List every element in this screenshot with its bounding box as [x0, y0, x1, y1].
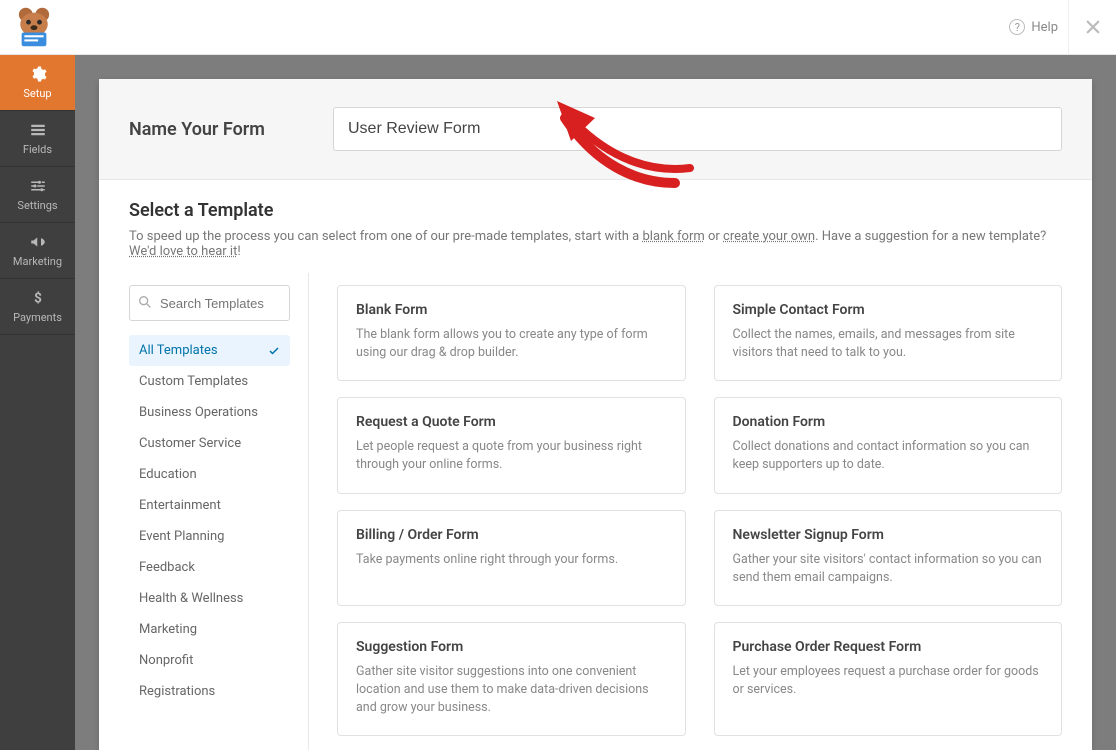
close-icon	[1084, 18, 1102, 36]
template-grid: Blank Form The blank form allows you to …	[337, 285, 1062, 736]
sidebar-label: Settings	[17, 199, 57, 212]
sliders-icon	[29, 177, 47, 195]
category-label: Education	[139, 467, 197, 482]
template-title: Billing / Order Form	[356, 527, 667, 543]
intro-text: . Have a suggestion for a new template?	[815, 229, 1046, 244]
template-title: Donation Form	[733, 414, 1044, 430]
category-all-templates[interactable]: All Templates	[129, 335, 290, 366]
sidebar: Setup Fields Settings Marketing $ Paymen…	[0, 55, 75, 750]
template-card-purchase-order-request-form[interactable]: Purchase Order Request Form Let your emp…	[714, 622, 1063, 736]
sidebar-label: Setup	[23, 87, 51, 100]
category-feedback[interactable]: Feedback	[129, 552, 290, 583]
sidebar-label: Marketing	[13, 255, 62, 268]
template-desc: Take payments online right through your …	[356, 551, 667, 569]
template-grid-wrap: Blank Form The blank form allows you to …	[309, 273, 1062, 750]
category-label: Custom Templates	[139, 374, 248, 389]
suggestion-link[interactable]: We'd love to hear it	[129, 244, 237, 259]
category-custom-templates[interactable]: Custom Templates	[129, 366, 290, 397]
category-label: Customer Service	[139, 436, 241, 451]
sidebar-item-payments[interactable]: $ Payments	[0, 279, 75, 335]
template-desc: Gather site visitor suggestions into one…	[356, 663, 667, 717]
template-desc: The blank form allows you to create any …	[356, 326, 667, 362]
category-label: Feedback	[139, 560, 195, 575]
help-label: Help	[1031, 20, 1058, 35]
name-your-form-section: Name Your Form	[99, 79, 1092, 180]
sidebar-label: Payments	[13, 311, 62, 324]
name-your-form-heading: Name Your Form	[129, 119, 309, 140]
category-label: Registrations	[139, 684, 215, 699]
category-event-planning[interactable]: Event Planning	[129, 521, 290, 552]
top-bar: ? Help	[0, 0, 1116, 55]
template-title: Newsletter Signup Form	[733, 527, 1044, 543]
search-icon	[137, 294, 153, 310]
template-body: All Templates Custom Templates Business …	[99, 273, 1092, 750]
category-business-operations[interactable]: Business Operations	[129, 397, 290, 428]
category-entertainment[interactable]: Entertainment	[129, 490, 290, 521]
template-desc: Collect donations and contact informatio…	[733, 438, 1044, 474]
template-header: Select a Template To speed up the proces…	[99, 180, 1092, 273]
blank-form-link[interactable]: blank form	[642, 229, 704, 244]
dollar-icon: $	[29, 289, 47, 307]
category-label: Marketing	[139, 622, 197, 637]
template-card-blank-form[interactable]: Blank Form The blank form allows you to …	[337, 285, 686, 381]
list-icon	[29, 121, 47, 139]
panel: Name Your Form Select a Template To spee…	[99, 79, 1092, 750]
template-card-billing-order-form[interactable]: Billing / Order Form Take payments onlin…	[337, 510, 686, 606]
template-card-request-a-quote-form[interactable]: Request a Quote Form Let people request …	[337, 397, 686, 493]
sidebar-item-marketing[interactable]: Marketing	[0, 223, 75, 279]
category-education[interactable]: Education	[129, 459, 290, 490]
help-link[interactable]: ? Help	[999, 13, 1068, 41]
template-intro: To speed up the process you can select f…	[129, 229, 1062, 259]
wpforms-mascot-icon	[12, 5, 56, 49]
template-desc: Gather your site visitors' contact infor…	[733, 551, 1044, 587]
bullhorn-icon	[29, 233, 47, 251]
search-templates-input[interactable]	[129, 285, 290, 321]
template-title: Purchase Order Request Form	[733, 639, 1044, 655]
topbar-left	[12, 5, 56, 49]
category-health-wellness[interactable]: Health & Wellness	[129, 583, 290, 614]
search-templates-wrapper	[129, 285, 290, 321]
category-nonprofit[interactable]: Nonprofit	[129, 645, 290, 676]
template-desc: Collect the names, emails, and messages …	[733, 326, 1044, 362]
template-title: Suggestion Form	[356, 639, 667, 655]
template-card-newsletter-signup-form[interactable]: Newsletter Signup Form Gather your site …	[714, 510, 1063, 606]
intro-text: !	[237, 244, 240, 259]
category-label: Nonprofit	[139, 653, 193, 668]
sidebar-label: Fields	[23, 143, 52, 156]
category-label: Business Operations	[139, 405, 258, 420]
help-icon: ?	[1009, 19, 1025, 35]
categories-column: All Templates Custom Templates Business …	[129, 273, 309, 750]
form-name-input[interactable]	[333, 107, 1062, 151]
select-template-heading: Select a Template	[129, 200, 1062, 221]
close-button[interactable]	[1068, 0, 1116, 55]
template-card-suggestion-form[interactable]: Suggestion Form Gather site visitor sugg…	[337, 622, 686, 736]
main-canvas: Name Your Form Select a Template To spee…	[75, 55, 1116, 750]
sidebar-item-settings[interactable]: Settings	[0, 167, 75, 223]
template-title: Request a Quote Form	[356, 414, 667, 430]
category-label: All Templates	[139, 343, 218, 358]
sidebar-item-setup[interactable]: Setup	[0, 55, 75, 111]
category-registrations[interactable]: Registrations	[129, 676, 290, 707]
gear-icon	[29, 65, 47, 83]
category-label: Event Planning	[139, 529, 224, 544]
template-desc: Let people request a quote from your bus…	[356, 438, 667, 474]
template-title: Simple Contact Form	[733, 302, 1044, 318]
topbar-right: ? Help	[999, 0, 1116, 55]
template-card-donation-form[interactable]: Donation Form Collect donations and cont…	[714, 397, 1063, 493]
template-card-simple-contact-form[interactable]: Simple Contact Form Collect the names, e…	[714, 285, 1063, 381]
category-label: Entertainment	[139, 498, 221, 513]
intro-text: or	[705, 229, 723, 244]
category-label: Health & Wellness	[139, 591, 243, 606]
check-icon	[268, 345, 280, 357]
create-your-own-link[interactable]: create your own	[723, 229, 815, 244]
template-title: Blank Form	[356, 302, 667, 318]
svg-text:$: $	[34, 291, 42, 307]
template-desc: Let your employees request a purchase or…	[733, 663, 1044, 699]
category-customer-service[interactable]: Customer Service	[129, 428, 290, 459]
category-marketing[interactable]: Marketing	[129, 614, 290, 645]
sidebar-item-fields[interactable]: Fields	[0, 111, 75, 167]
intro-text: To speed up the process you can select f…	[129, 229, 642, 244]
